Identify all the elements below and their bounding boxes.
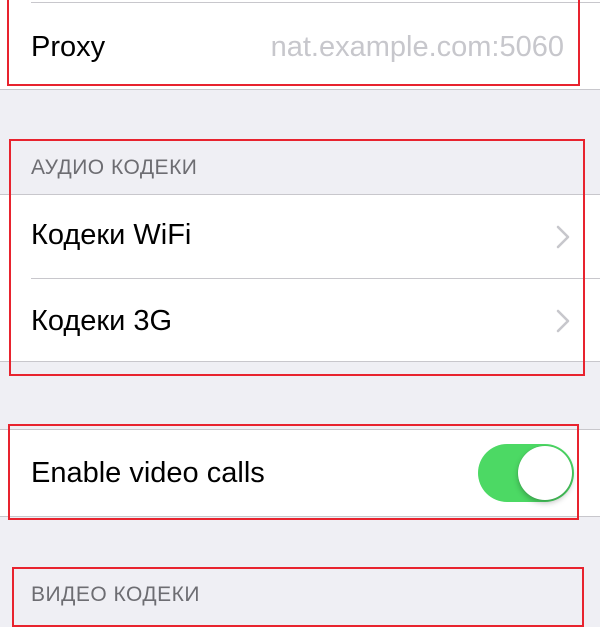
chevron-right-icon <box>556 225 570 249</box>
proxy-row[interactable]: Proxy nat.example.com:5060 <box>0 3 600 89</box>
proxy-label: Proxy <box>31 31 106 63</box>
video-calls-toggle[interactable] <box>478 444 574 502</box>
proxy-bottom-separator <box>0 89 600 90</box>
codecs-3g-row[interactable]: Кодеки 3G <box>0 279 600 361</box>
video-calls-bottom-separator <box>0 516 600 517</box>
video-codecs-header: ВИДЕО КОДЕКИ <box>31 583 200 606</box>
codecs-3g-label: Кодеки 3G <box>31 305 173 337</box>
toggle-knob <box>518 446 572 500</box>
codecs-wifi-label: Кодеки WiFi <box>31 219 192 251</box>
chevron-right-icon <box>556 309 570 333</box>
video-calls-row: Enable video calls <box>0 430 600 516</box>
codecs-wifi-row[interactable]: Кодеки WiFi <box>0 195 600 278</box>
audio-codecs-bottom-separator <box>0 361 600 362</box>
audio-codecs-header: АУДИО КОДЕКИ <box>31 156 198 179</box>
video-calls-label: Enable video calls <box>31 457 265 489</box>
proxy-value[interactable]: nat.example.com:5060 <box>271 33 564 62</box>
